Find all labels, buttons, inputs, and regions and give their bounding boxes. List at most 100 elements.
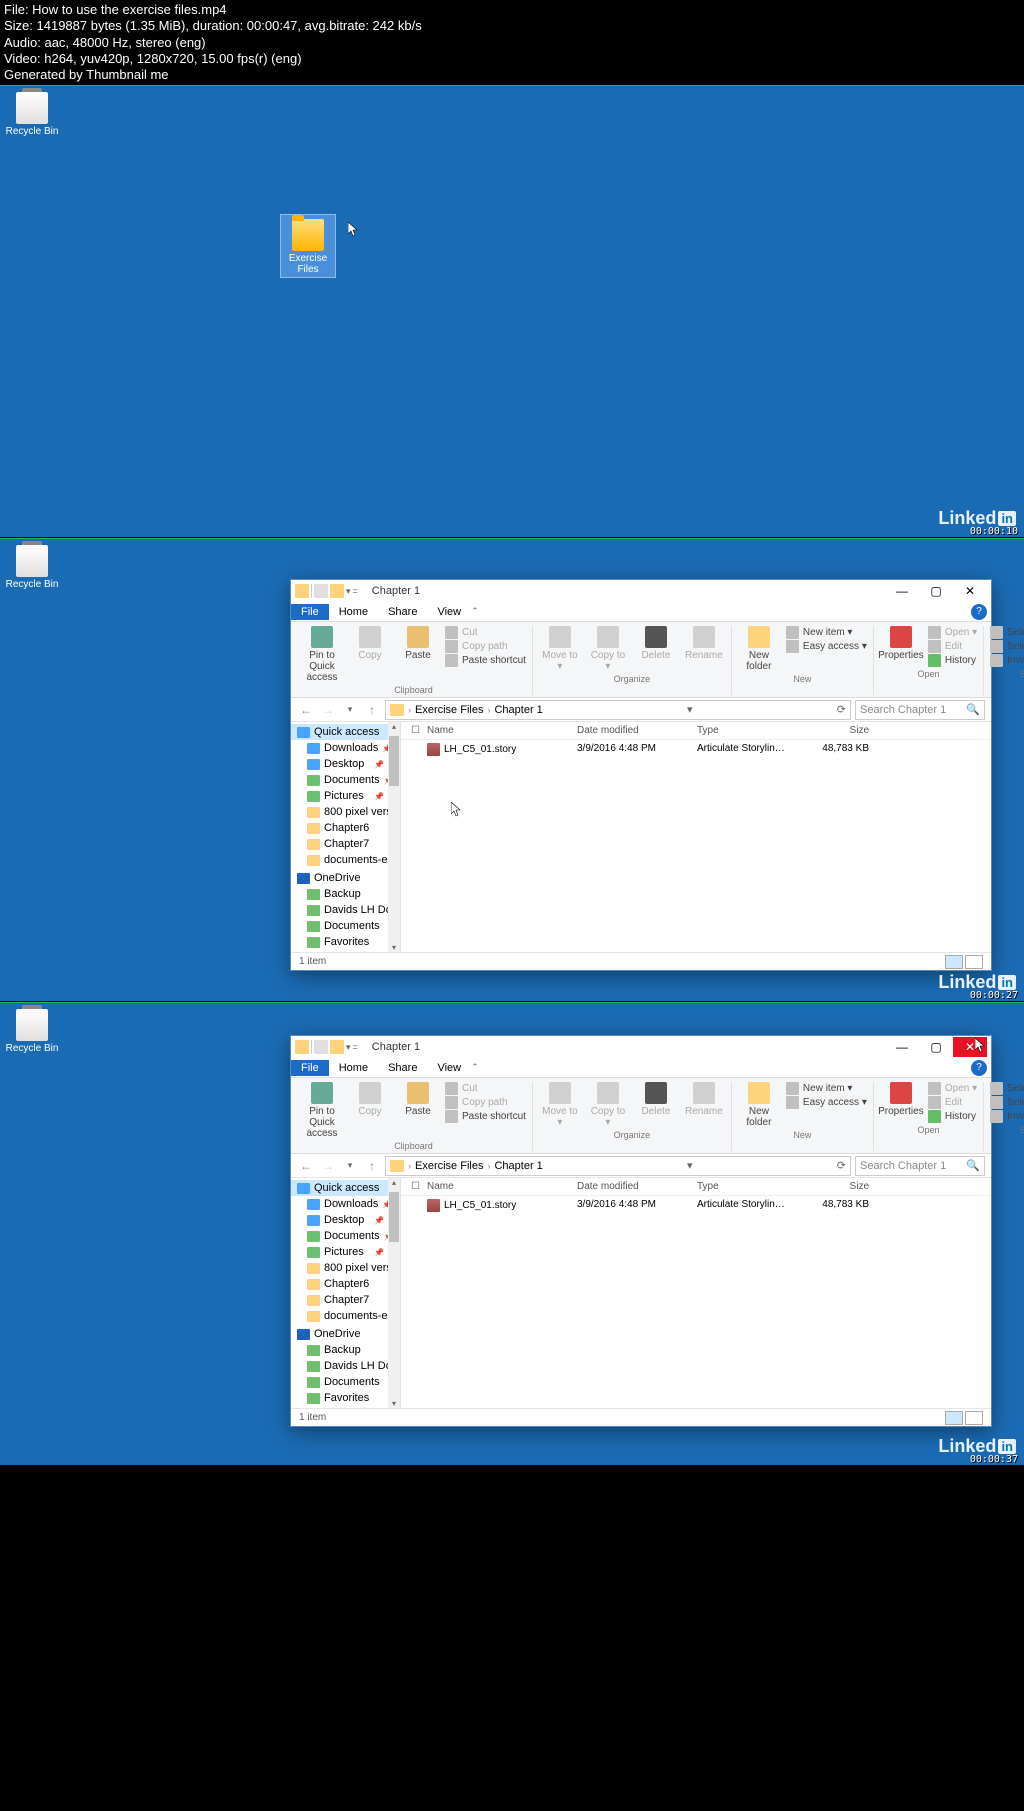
- nav-pictures[interactable]: Pictures📌: [291, 788, 400, 804]
- column-headers[interactable]: ☐ Name Date modified Type Size: [401, 1178, 991, 1196]
- nav-backup[interactable]: Backup: [291, 1342, 400, 1358]
- nav-chapter6[interactable]: Chapter6: [291, 820, 400, 836]
- file-list[interactable]: ☐ Name Date modified Type Size LH_C5_01.…: [401, 1178, 991, 1408]
- bc-exercise-files[interactable]: Exercise Files: [415, 1160, 483, 1172]
- nav-downloads[interactable]: Downloads📌: [291, 1196, 400, 1212]
- nav-davids[interactable]: Davids LH Docs: [291, 1358, 400, 1374]
- col-date[interactable]: Date modified: [573, 725, 693, 736]
- select-none-button[interactable]: Select none: [990, 1096, 1024, 1109]
- cut-button[interactable]: Cut: [445, 1082, 526, 1095]
- paste-button[interactable]: Paste: [397, 1082, 439, 1117]
- scrollbar[interactable]: ▴▾: [388, 1178, 400, 1408]
- tab-share[interactable]: Share: [378, 1060, 427, 1076]
- copy-button[interactable]: Copy: [349, 626, 391, 661]
- nav-desktop[interactable]: Desktop📌: [291, 1212, 400, 1228]
- up-button[interactable]: ↑: [363, 1157, 381, 1175]
- bc-dropdown[interactable]: ▾: [687, 703, 693, 716]
- titlebar[interactable]: ▾ = Chapter 1 — ▢ ✕: [291, 1036, 991, 1058]
- new-folder-button[interactable]: New folder: [738, 626, 780, 672]
- bc-dropdown[interactable]: ▾: [687, 1159, 693, 1172]
- cut-button[interactable]: Cut: [445, 626, 526, 639]
- tab-home[interactable]: Home: [329, 1060, 378, 1076]
- up-button[interactable]: ↑: [363, 701, 381, 719]
- checkbox-column[interactable]: ☐: [407, 725, 423, 736]
- edit-button[interactable]: Edit: [928, 1096, 977, 1109]
- scrollbar-thumb[interactable]: [389, 736, 399, 786]
- recent-dropdown[interactable]: ▾: [341, 701, 359, 719]
- file-list[interactable]: ☐ Name Date modified Type Size LH_C5_01.…: [401, 722, 991, 952]
- col-size[interactable]: Size: [803, 1181, 873, 1192]
- nav-documents-exp[interactable]: documents-exp…: [291, 1308, 400, 1324]
- recycle-bin-icon[interactable]: Recycle Bin: [4, 545, 60, 590]
- forward-button[interactable]: →: [319, 1157, 337, 1175]
- help-icon[interactable]: ?: [971, 1060, 987, 1076]
- nav-documents2[interactable]: Documents: [291, 1374, 400, 1390]
- select-all-button[interactable]: Select all: [990, 626, 1024, 639]
- navigation-pane[interactable]: Quick access Downloads📌 Desktop📌 Documen…: [291, 722, 401, 952]
- search-input[interactable]: Search Chapter 1 🔍: [855, 700, 985, 720]
- bc-exercise-files[interactable]: Exercise Files: [415, 704, 483, 716]
- recycle-bin-icon[interactable]: Recycle Bin: [4, 1009, 60, 1054]
- copy-to-button[interactable]: Copy to ▾: [587, 1082, 629, 1128]
- nav-davids[interactable]: Davids LH Docs: [291, 902, 400, 918]
- props-icon[interactable]: [314, 584, 328, 598]
- view-switcher[interactable]: [945, 955, 983, 969]
- properties-button[interactable]: Properties: [880, 626, 922, 661]
- nav-chapter6[interactable]: Chapter6: [291, 1276, 400, 1292]
- file-explorer-window[interactable]: ▾ = Chapter 1 — ▢ ✕ File Home Share View…: [290, 579, 992, 971]
- checkbox-column[interactable]: ☐: [407, 1181, 423, 1192]
- col-name[interactable]: Name: [423, 1181, 573, 1192]
- file-row[interactable]: LH_C5_01.story 3/9/2016 4:48 PM Articula…: [401, 1196, 991, 1215]
- pin-to-quick-access-button[interactable]: Pin to Quick access: [301, 626, 343, 683]
- nav-landon[interactable]: Landon Hotel D… ▾: [291, 1406, 400, 1408]
- rename-button[interactable]: Rename: [683, 626, 725, 661]
- nav-quick-access[interactable]: Quick access: [291, 724, 400, 740]
- titlebar[interactable]: ▾ = Chapter 1 — ▢ ✕: [291, 580, 991, 602]
- delete-button[interactable]: Delete: [635, 1082, 677, 1117]
- minimize-button[interactable]: —: [885, 581, 919, 601]
- back-button[interactable]: ←: [297, 701, 315, 719]
- copy-path-button[interactable]: Copy path: [445, 640, 526, 653]
- open-button[interactable]: Open ▾: [928, 626, 977, 639]
- new-item-button[interactable]: New item ▾: [786, 626, 867, 639]
- nav-backup[interactable]: Backup: [291, 886, 400, 902]
- details-view-icon[interactable]: [945, 955, 963, 969]
- maximize-button[interactable]: ▢: [919, 581, 953, 601]
- file-row[interactable]: LH_C5_01.story 3/9/2016 4:48 PM Articula…: [401, 740, 991, 759]
- nav-800-pixel[interactable]: 800 pixel version: [291, 804, 400, 820]
- nav-onedrive[interactable]: OneDrive: [291, 870, 400, 886]
- history-button[interactable]: History: [928, 1110, 977, 1123]
- file-explorer-window[interactable]: ▾ = Chapter 1 — ▢ ✕ File Home Share View…: [290, 1035, 992, 1427]
- search-input[interactable]: Search Chapter 1 🔍: [855, 1156, 985, 1176]
- bc-chapter-1[interactable]: Chapter 1: [494, 1160, 542, 1172]
- nav-favorites[interactable]: Favorites: [291, 1390, 400, 1406]
- delete-button[interactable]: Delete: [635, 626, 677, 661]
- easy-access-button[interactable]: Easy access ▾: [786, 1096, 867, 1109]
- back-button[interactable]: ←: [297, 1157, 315, 1175]
- move-to-button[interactable]: Move to ▾: [539, 626, 581, 672]
- nav-documents[interactable]: Documents📌: [291, 1228, 400, 1244]
- scrollbar-thumb[interactable]: [389, 1192, 399, 1242]
- copy-to-button[interactable]: Copy to ▾: [587, 626, 629, 672]
- folder-icon[interactable]: [330, 1040, 344, 1054]
- nav-onedrive[interactable]: OneDrive: [291, 1326, 400, 1342]
- icons-view-icon[interactable]: [965, 1411, 983, 1425]
- icons-view-icon[interactable]: [965, 955, 983, 969]
- tab-file[interactable]: File: [291, 1060, 329, 1076]
- col-name[interactable]: Name: [423, 725, 573, 736]
- properties-button[interactable]: Properties: [880, 1082, 922, 1117]
- move-to-button[interactable]: Move to ▾: [539, 1082, 581, 1128]
- nav-quick-access[interactable]: Quick access: [291, 1180, 400, 1196]
- minimize-button[interactable]: —: [885, 1037, 919, 1057]
- col-date[interactable]: Date modified: [573, 1181, 693, 1192]
- chevron-up-icon[interactable]: ⌃: [471, 606, 479, 617]
- props-icon[interactable]: [314, 1040, 328, 1054]
- col-type[interactable]: Type: [693, 1181, 803, 1192]
- edit-button[interactable]: Edit: [928, 640, 977, 653]
- nav-pictures[interactable]: Pictures📌: [291, 1244, 400, 1260]
- nav-chapter7[interactable]: Chapter7: [291, 836, 400, 852]
- folder-icon[interactable]: [330, 584, 344, 598]
- refresh-button[interactable]: ⟳: [837, 1159, 846, 1172]
- nav-favorites[interactable]: Favorites: [291, 934, 400, 950]
- invert-selection-button[interactable]: Invert selection: [990, 1110, 1024, 1123]
